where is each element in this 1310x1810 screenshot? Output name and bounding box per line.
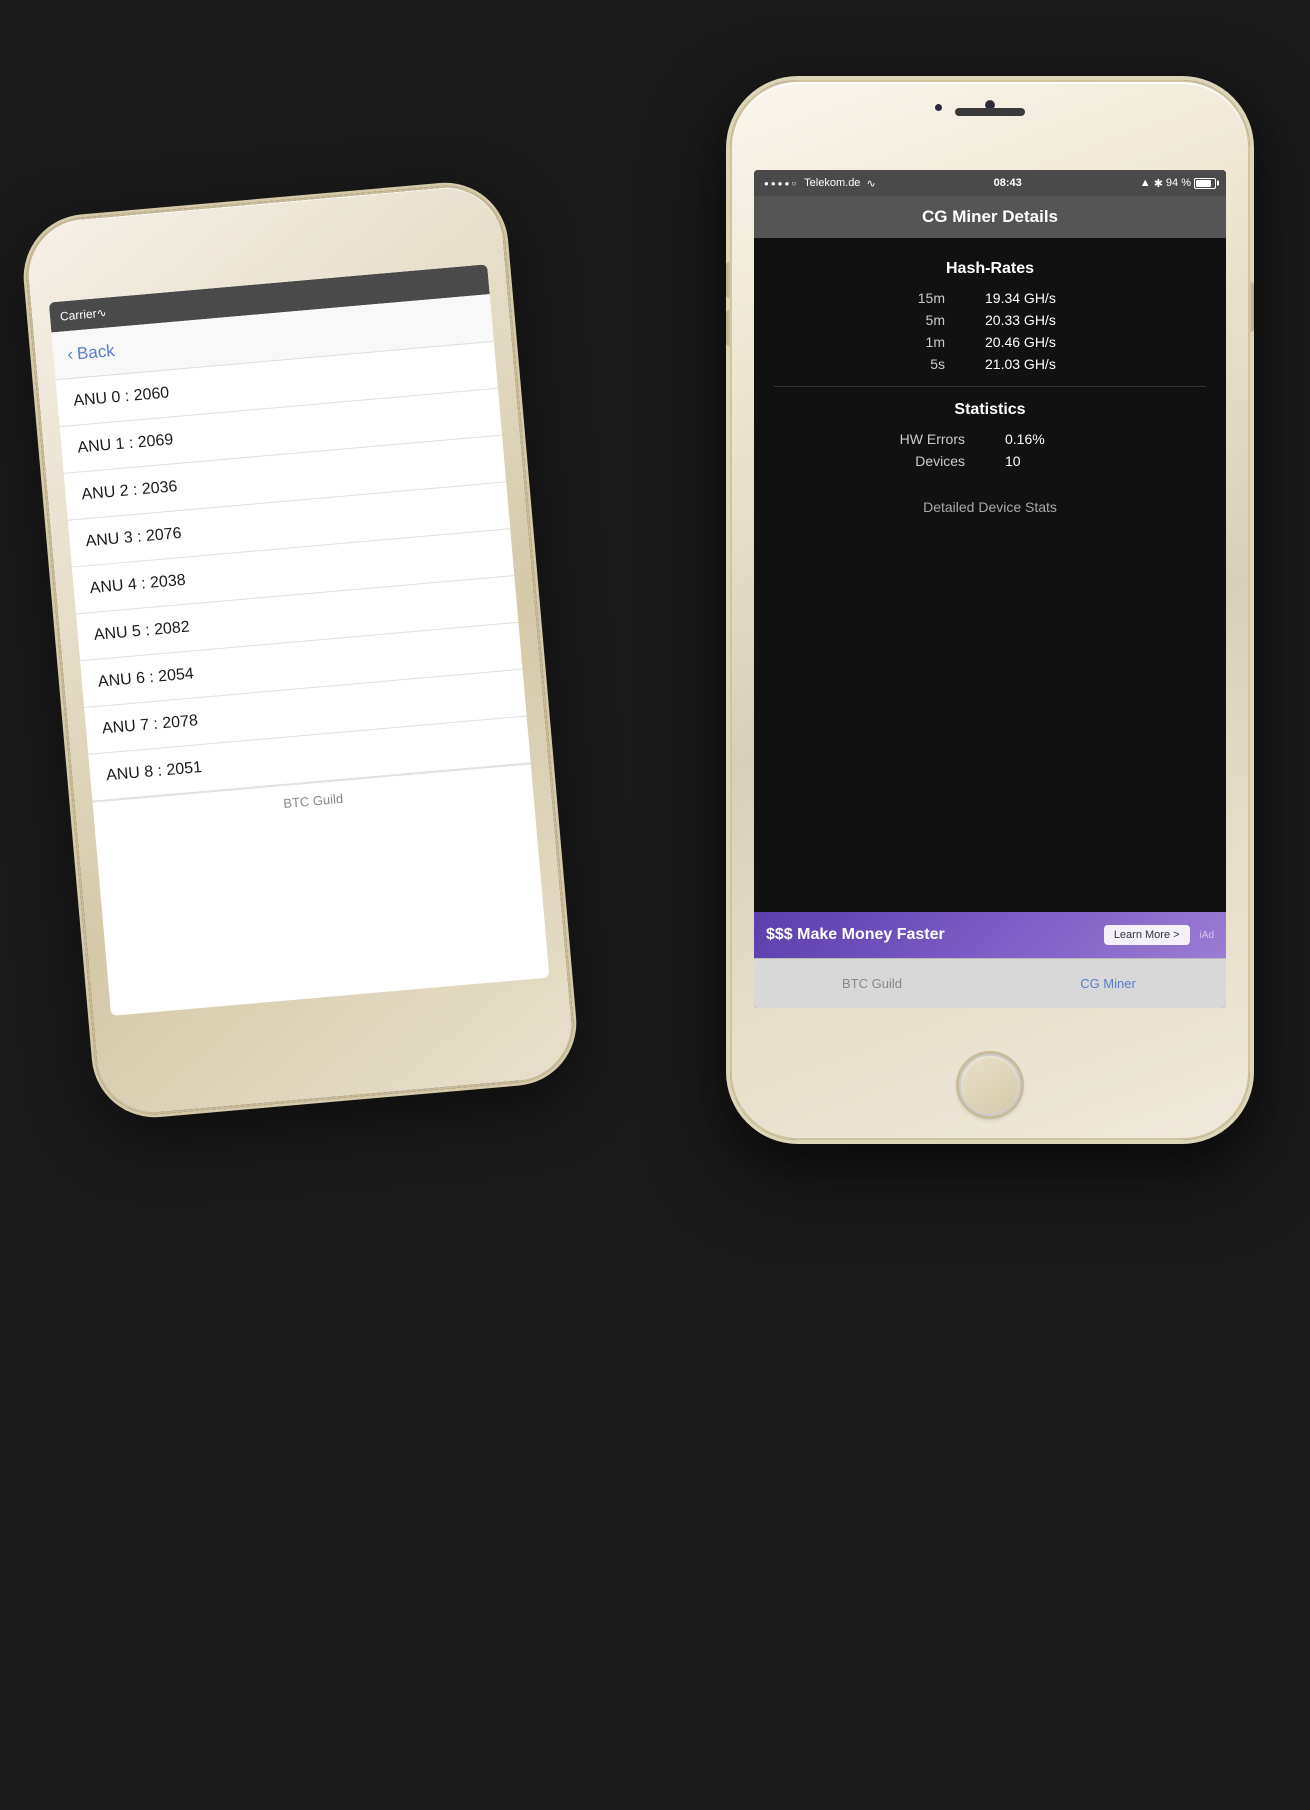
main-content: Hash-Rates 15m 19.34 GH/s 5m 20.33 GH/s … <box>754 238 1226 912</box>
list-item-text: ANU 2 : 2036 <box>81 478 178 503</box>
tab-btc-guild[interactable]: BTC Guild <box>754 968 990 999</box>
back-wifi-icon: ∿ <box>96 306 107 321</box>
volume-down-button[interactable] <box>726 310 731 346</box>
hash-rate-row-2: 1m 20.46 GH/s <box>774 334 1206 350</box>
front-speaker <box>955 108 1025 116</box>
front-camera-dot <box>935 104 942 111</box>
front-screen: ●●●●○ Telekom.de ∿ 08:43 ▲ ✱ 94 % <box>754 170 1226 1008</box>
volume-up-button[interactable] <box>726 262 731 298</box>
gps-icon: ▲ <box>1140 177 1151 189</box>
hash-rate-row-3: 5s 21.03 GH/s <box>774 356 1206 372</box>
list-item-text: ANU 6 : 2054 <box>97 665 194 690</box>
tab-cg-miner-label: CG Miner <box>1080 976 1136 991</box>
hash-rate-row-1: 5m 20.33 GH/s <box>774 312 1206 328</box>
ad-text: $$$ Make Money Faster <box>766 926 1094 944</box>
status-bar: ●●●●○ Telekom.de ∿ 08:43 ▲ ✱ 94 % <box>754 170 1226 196</box>
hash-rate-label-3: 5s <box>905 356 945 372</box>
battery-icon <box>1194 178 1216 189</box>
front-phone-shell: ●●●●○ Telekom.de ∿ 08:43 ▲ ✱ 94 % <box>730 80 1250 1140</box>
hash-rate-value-0: 19.34 GH/s <box>985 290 1075 306</box>
scene: Carrier ∿ ‹ Back ANU 0 : 2060 ANU 1 : 20… <box>0 0 1310 1810</box>
nav-bar: CG Miner Details <box>754 196 1226 238</box>
stat-value-0: 0.16% <box>1005 431 1095 447</box>
stat-row-0: HW Errors 0.16% <box>774 431 1206 447</box>
back-button-label: Back <box>76 341 115 364</box>
divider-1 <box>774 386 1206 387</box>
stat-label-0: HW Errors <box>885 431 965 447</box>
back-list: ANU 0 : 2060 ANU 1 : 2069 ANU 2 : 2036 A… <box>56 342 531 802</box>
list-item-text: ANU 4 : 2038 <box>89 572 186 597</box>
list-item-text: ANU 3 : 2076 <box>85 525 182 550</box>
power-button[interactable] <box>1249 282 1254 332</box>
ad-button[interactable]: Learn More > <box>1104 925 1190 945</box>
hash-rate-label-1: 5m <box>905 312 945 328</box>
tab-cg-miner[interactable]: CG Miner <box>990 968 1226 999</box>
bt-icon: ✱ <box>1154 177 1163 190</box>
stat-label-1: Devices <box>885 453 965 469</box>
hash-rate-value-3: 21.03 GH/s <box>985 356 1075 372</box>
back-footer-label: BTC Guild <box>283 791 344 811</box>
back-phone: Carrier ∿ ‹ Back ANU 0 : 2060 ANU 1 : 20… <box>22 181 579 1119</box>
hash-rate-value-2: 20.46 GH/s <box>985 334 1075 350</box>
list-item-text: ANU 7 : 2078 <box>101 712 198 737</box>
tab-bar: BTC Guild CG Miner <box>754 958 1226 1008</box>
list-item-text: ANU 0 : 2060 <box>73 384 170 409</box>
back-screen: Carrier ∿ ‹ Back ANU 0 : 2060 ANU 1 : 20… <box>49 264 550 1016</box>
battery-fill <box>1196 180 1211 187</box>
tab-btc-guild-label: BTC Guild <box>842 976 902 991</box>
wifi-icon: ∿ <box>866 177 875 190</box>
hash-rate-label-0: 15m <box>905 290 945 306</box>
hash-rate-value-1: 20.33 GH/s <box>985 312 1075 328</box>
status-bar-left: ●●●●○ Telekom.de ∿ <box>764 177 876 190</box>
home-button[interactable] <box>959 1054 1021 1116</box>
signal-dots: ●●●●○ <box>764 179 798 188</box>
hash-rate-label-2: 1m <box>905 334 945 350</box>
back-carrier-label: Carrier <box>59 306 97 323</box>
hash-rates-title: Hash-Rates <box>774 260 1206 278</box>
back-phone-shell: Carrier ∿ ‹ Back ANU 0 : 2060 ANU 1 : 20… <box>22 181 579 1119</box>
nav-title: CG Miner Details <box>922 207 1058 227</box>
carrier-label: Telekom.de <box>804 177 860 189</box>
ad-banner[interactable]: $$$ Make Money Faster Learn More > iAd <box>754 912 1226 958</box>
statistics-section: Statistics HW Errors 0.16% Devices 10 <box>774 401 1206 469</box>
statistics-title: Statistics <box>774 401 1206 419</box>
stat-row-1: Devices 10 <box>774 453 1206 469</box>
list-item-text: ANU 1 : 2069 <box>77 431 174 456</box>
status-bar-right: ▲ ✱ 94 % <box>1140 177 1216 190</box>
stat-value-1: 10 <box>1005 453 1095 469</box>
hash-rates-section: Hash-Rates 15m 19.34 GH/s 5m 20.33 GH/s … <box>774 260 1206 372</box>
front-phone: ●●●●○ Telekom.de ∿ 08:43 ▲ ✱ 94 % <box>730 80 1250 1140</box>
detailed-device-stats[interactable]: Detailed Device Stats <box>774 489 1206 525</box>
list-item-text: ANU 8 : 2051 <box>105 759 202 784</box>
back-chevron-icon: ‹ <box>67 344 74 364</box>
list-item-text: ANU 5 : 2082 <box>93 619 190 644</box>
back-button[interactable]: ‹ Back <box>67 341 116 365</box>
status-bar-time: 08:43 <box>994 177 1022 189</box>
hash-rate-row-0: 15m 19.34 GH/s <box>774 290 1206 306</box>
battery-percent: 94 % <box>1166 177 1191 189</box>
ad-label: iAd <box>1200 930 1214 941</box>
